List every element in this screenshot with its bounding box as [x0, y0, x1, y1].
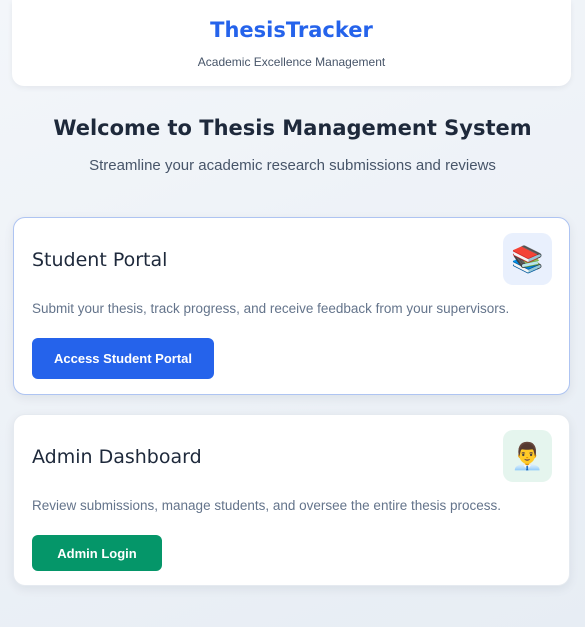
admin-dashboard-description: Review submissions, manage students, and…	[32, 498, 501, 513]
page-subtitle: Streamline your academic research submis…	[89, 157, 496, 174]
page-title: Welcome to Thesis Management System	[53, 116, 532, 140]
student-portal-card: Student Portal 📚 Submit your thesis, tra…	[13, 217, 570, 395]
student-portal-description: Submit your thesis, track progress, and …	[32, 301, 510, 316]
admin-dashboard-card: Admin Dashboard 👨‍💼 Review submissions, …	[13, 414, 570, 586]
header: ThesisTracker Academic Excellence Manage…	[12, 0, 571, 86]
student-portal-title: Student Portal	[32, 249, 168, 271]
books-icon: 📚	[503, 233, 552, 285]
admin-dashboard-title: Admin Dashboard	[32, 446, 202, 468]
brand-tagline: Academic Excellence Management	[197, 55, 386, 69]
admin-login-button[interactable]: Admin Login	[32, 535, 162, 571]
admin-person-icon: 👨‍💼	[503, 430, 552, 482]
brand-logo-text[interactable]: ThesisTracker	[12, 18, 571, 42]
access-student-portal-button[interactable]: Access Student Portal	[32, 338, 214, 379]
